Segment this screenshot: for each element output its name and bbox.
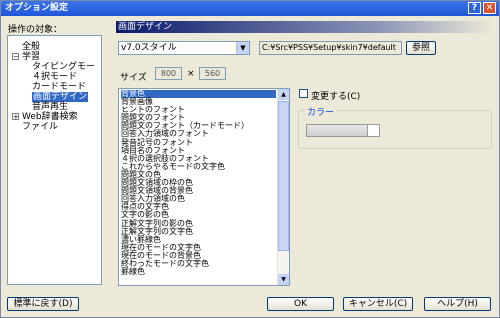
list-item[interactable]: 罫線色 (121, 268, 276, 276)
tree-item-screen-design[interactable]: 画面デザイン (32, 92, 89, 102)
scroll-thumb[interactable] (278, 101, 289, 251)
change-checkbox[interactable] (299, 89, 308, 98)
tree-item-file[interactable]: ファイル (22, 122, 58, 132)
color-swatch-knob[interactable] (367, 125, 379, 136)
tree-item-screen-design-label: 画面デザイン (32, 92, 89, 102)
tree-item-web-dictionary[interactable]: Web辞書検索 (22, 112, 78, 122)
reset-default-button[interactable]: 標準に戻す(D) (7, 297, 79, 311)
tree-item-choice-mode[interactable]: ４択モード (32, 72, 77, 82)
title-bar: オプション設定 ? ✕ (1, 1, 499, 16)
options-dialog: オプション設定 ? ✕ 操作の対象： 画面デザイン 全般 − 学習 タイピングモ… (0, 0, 500, 318)
element-list[interactable]: 背景色 背景画像 ヒントのフォント 問題文のフォント 問題文のフォント（カードモード）回… (118, 88, 290, 286)
section-header: 画面デザイン (116, 21, 493, 33)
scroll-down-arrow[interactable]: ▼ (278, 274, 289, 285)
chevron-down-icon[interactable]: ▼ (236, 42, 249, 54)
height-field[interactable]: 560 (199, 67, 226, 80)
style-select[interactable]: v7.0スタイル ▼ (118, 41, 250, 55)
color-swatch-bar[interactable] (306, 124, 380, 137)
category-tree[interactable]: 全般 − 学習 タイピングモー ４択モード カードモード 画面デザイン 音声再生… (7, 35, 102, 285)
window-title: オプション設定 (5, 3, 69, 13)
target-label: 操作の対象： (8, 25, 63, 35)
tree-item-general[interactable]: 全般 (22, 42, 40, 52)
style-select-value: v7.0スタイル (121, 43, 177, 53)
help-button[interactable]: ヘルプ(H) (424, 297, 491, 311)
tree-expand-icon[interactable]: + (12, 113, 19, 121)
tree-item-card-mode[interactable]: カードモード (32, 82, 86, 92)
tree-item-audio[interactable]: 音声再生 (32, 102, 68, 112)
list-scrollbar[interactable]: ▲ ▼ (277, 89, 289, 285)
cancel-button[interactable]: キャンセル(C) (343, 297, 413, 311)
element-list-rows: 背景色 背景画像 ヒントのフォント 問題文のフォント 問題文のフォント（カードモード）回… (121, 89, 276, 276)
width-field[interactable]: 800 (155, 67, 182, 80)
change-checkbox-label[interactable]: 変更する(C) (311, 89, 360, 102)
times-sign: × (187, 69, 195, 79)
size-label: サイズ (120, 73, 147, 83)
close-button[interactable]: ✕ (483, 2, 496, 14)
help-title-button[interactable]: ? (468, 2, 481, 14)
color-group-title: カラー (305, 105, 337, 118)
tree-item-study[interactable]: 学習 (22, 52, 40, 62)
skin-path-field[interactable]: C:¥Src¥PSS¥Setup¥skin7¥default (259, 41, 402, 55)
ok-button[interactable]: OK (267, 297, 334, 311)
tree-collapse-icon[interactable]: − (12, 53, 19, 61)
scroll-up-arrow[interactable]: ▲ (278, 89, 289, 100)
tree-item-typing-mode[interactable]: タイピングモー (32, 62, 95, 72)
browse-button[interactable]: 参照 (406, 41, 436, 55)
